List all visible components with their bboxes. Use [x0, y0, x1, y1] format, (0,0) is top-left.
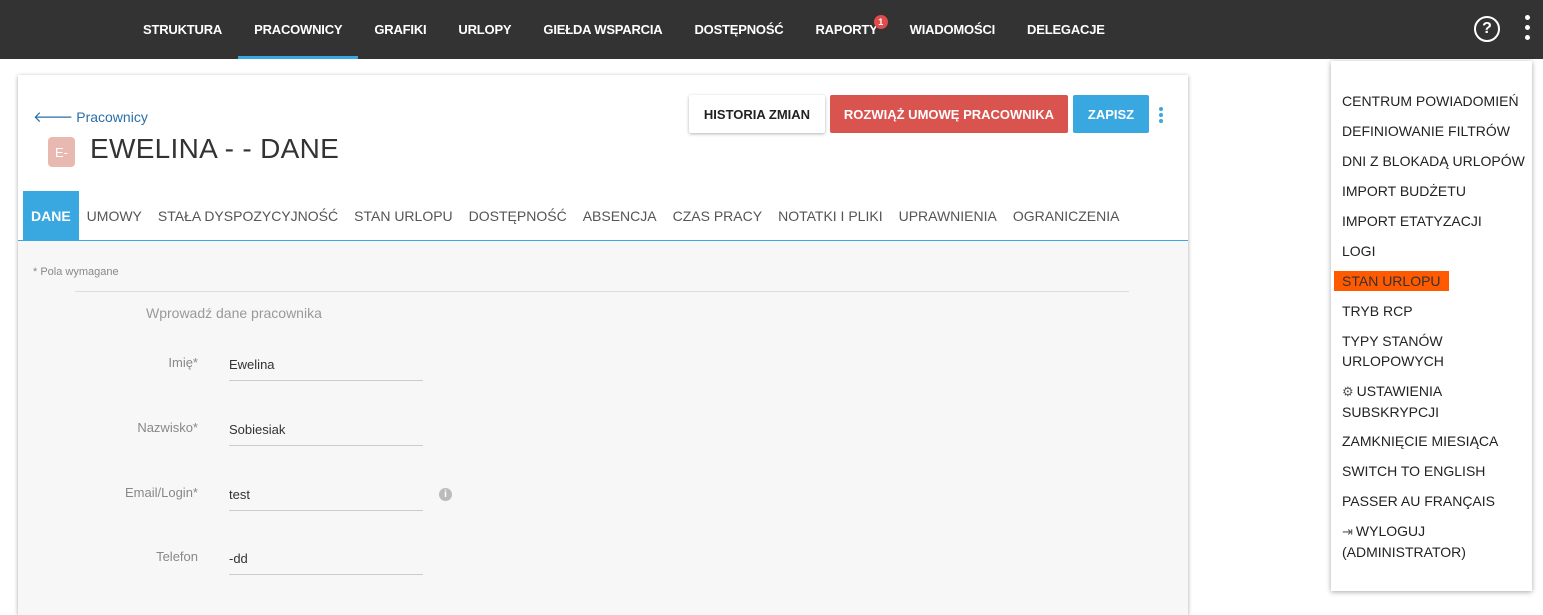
tab-absencja[interactable]: ABSENCJA	[575, 191, 665, 241]
tab-umowy[interactable]: UMOWY	[79, 191, 150, 241]
tab-stala-dyspozycyjnosc[interactable]: STAŁA DYSPOZYCYJNOŚĆ	[150, 191, 346, 241]
tab-uprawnienia[interactable]: UPRAWNIENIA	[891, 191, 1005, 241]
employee-card: 🡐 Pracownicy E- EWELINA - - DANE HISTORI…	[18, 75, 1188, 615]
tab-bar: DANE UMOWY STAŁA DYSPOZYCYJNOŚĆ STAN URL…	[23, 191, 1127, 241]
main-nav: STRUKTURA PRACOWNICY GRAFIKI URLOPY GIEŁ…	[127, 0, 1121, 59]
nav-label: GIEŁDA WSPARCIA	[543, 22, 663, 37]
nav-item-pracownicy[interactable]: PRACOWNICY	[238, 0, 359, 59]
tab-czas-pracy[interactable]: CZAS PRACY	[665, 191, 770, 241]
menu-item-typy-stanow-urlopowych[interactable]: TYPY STANÓW URLOPOWYCH	[1342, 331, 1444, 371]
divider	[75, 291, 1129, 292]
last-name-label: Nazwisko*	[137, 420, 198, 435]
top-navbar: STRUKTURA PRACOWNICY GRAFIKI URLOPY GIEŁ…	[0, 0, 1543, 59]
nav-label: URLOPY	[458, 22, 512, 37]
tab-ograniczenia[interactable]: OGRANICZENIA	[1005, 191, 1128, 241]
menu-item-zamkniecie-miesiaca[interactable]: ZAMKNIĘCIE MIESIĄCA	[1342, 431, 1498, 451]
nav-label: DELEGACJE	[1027, 22, 1105, 37]
settings-dropdown-menu: CENTRUM POWIADOMIEŃ DEFINIOWANIE FILTRÓW…	[1331, 61, 1532, 591]
menu-item-label: WYLOGUJ	[1355, 523, 1426, 539]
nav-label: DOSTĘPNOŚĆ	[694, 22, 784, 37]
menu-item-definiowanie-filtrow[interactable]: DEFINIOWANIE FILTRÓW	[1342, 121, 1510, 141]
menu-item-label: TYPY STANÓW	[1342, 333, 1443, 349]
menu-item-import-etatyzacji[interactable]: IMPORT ETATYZACJI	[1342, 211, 1482, 231]
nav-label: RAPORTY	[815, 22, 878, 37]
tab-stan-urlopu[interactable]: STAN URLOPU	[346, 191, 461, 241]
nav-label: STRUKTURA	[143, 22, 223, 37]
required-note: * Pola wymagane	[33, 266, 119, 278]
card-more-options-icon[interactable]	[1158, 107, 1164, 127]
nav-item-raporty[interactable]: RAPORTY 1	[799, 0, 893, 59]
nav-item-dostepnosc[interactable]: DOSTĘPNOŚĆ	[678, 0, 799, 59]
back-link[interactable]: 🡐 Pracownicy	[33, 107, 148, 127]
logout-icon: ⇥	[1342, 524, 1353, 539]
first-name-field[interactable]: Ewelina	[229, 347, 423, 381]
nav-item-wiadomosci[interactable]: WIADOMOŚCI	[894, 0, 1011, 59]
phone-label: Telefon	[156, 549, 198, 564]
nav-item-struktura[interactable]: STRUKTURA	[127, 0, 238, 59]
menu-item-ustawienia-subskrypcji[interactable]: ⚙ USTAWIENIA SUBSKRYPCJI	[1342, 381, 1442, 422]
menu-item-dni-z-blokada-urlopow[interactable]: DNI Z BLOKADĄ URLOPÓW	[1342, 151, 1525, 171]
gear-icon: ⚙	[1342, 384, 1354, 399]
menu-item-label: (ADMINISTRATOR)	[1342, 544, 1466, 560]
tab-dane[interactable]: DANE	[23, 191, 79, 241]
menu-item-stan-urlopu[interactable]: STAN URLOPU	[1334, 271, 1449, 291]
nav-item-urlopy[interactable]: URLOPY	[442, 0, 527, 59]
help-icon[interactable]: ?	[1474, 16, 1500, 42]
menu-item-switch-to-english[interactable]: SWITCH TO ENGLISH	[1342, 461, 1485, 481]
save-button[interactable]: ZAPISZ	[1073, 95, 1149, 133]
email-field[interactable]: test	[229, 477, 423, 511]
last-name-field[interactable]: Sobiesiak	[229, 412, 423, 446]
nav-label: WIADOMOŚCI	[909, 22, 996, 37]
menu-item-passer-au-francais[interactable]: PASSER AU FRANÇAIS	[1342, 491, 1495, 511]
menu-item-import-budzetu[interactable]: IMPORT BUDŻETU	[1342, 181, 1466, 201]
menu-item-centrum-powiadomien[interactable]: CENTRUM POWIADOMIEŃ	[1342, 91, 1519, 111]
menu-item-label: USTAWIENIA	[1356, 383, 1443, 399]
tab-notatki-i-pliki[interactable]: NOTATKI I PLIKI	[770, 191, 891, 241]
terminate-contract-button[interactable]: ROZWIĄŻ UMOWĘ PRACOWNIKA	[830, 95, 1068, 133]
help-icon-glyph: ?	[1482, 20, 1492, 37]
menu-item-label: URLOPOWYCH	[1342, 353, 1444, 369]
info-icon[interactable]: i	[439, 488, 452, 501]
page-title: EWELINA - - DANE	[90, 133, 340, 164]
more-options-icon[interactable]	[1522, 15, 1532, 43]
nav-item-delegacje[interactable]: DELEGACJE	[1011, 0, 1121, 59]
history-button[interactable]: HISTORIA ZMIAN	[689, 95, 825, 133]
phone-field[interactable]: -dd	[229, 541, 423, 575]
nav-item-grafiki[interactable]: GRAFIKI	[358, 0, 442, 59]
back-link-label: Pracownicy	[76, 108, 148, 125]
nav-label: GRAFIKI	[374, 22, 427, 37]
menu-item-logi[interactable]: LOGI	[1342, 241, 1375, 261]
nav-item-gielda-wsparcia[interactable]: GIEŁDA WSPARCIA	[527, 0, 678, 59]
nav-label: PRACOWNICY	[254, 22, 343, 37]
arrow-left-icon: 🡐	[33, 109, 74, 126]
employee-form: * Pola wymagane Wprowadź dane pracownika…	[18, 241, 1188, 615]
menu-item-label: SUBSKRYPCJI	[1342, 404, 1439, 420]
tab-dostepnosc[interactable]: DOSTĘPNOŚĆ	[461, 191, 575, 241]
first-name-label: Imię*	[168, 355, 198, 370]
avatar: E-	[48, 137, 75, 167]
notification-badge: 1	[873, 15, 888, 29]
form-heading: Wprowadź dane pracownika	[146, 305, 322, 321]
email-label: Email/Login*	[125, 485, 198, 500]
menu-item-wyloguj[interactable]: ⇥ WYLOGUJ (ADMINISTRATOR)	[1342, 521, 1466, 562]
menu-item-tryb-rcp[interactable]: TRYB RCP	[1342, 301, 1413, 321]
